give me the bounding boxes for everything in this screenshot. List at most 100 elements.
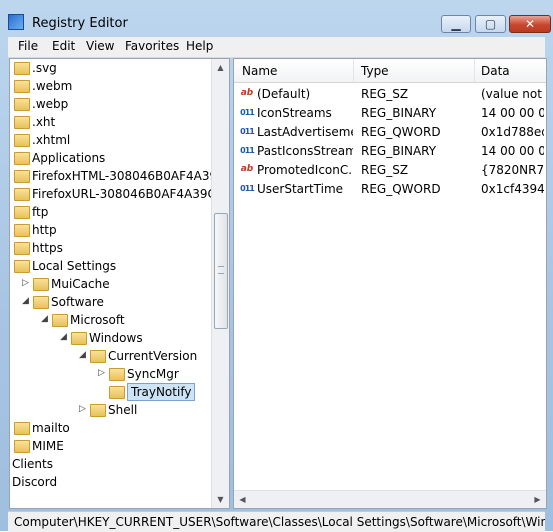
folder-icon [14,224,30,237]
menu-favorites[interactable]: Favorites [125,39,179,53]
menu-file[interactable]: File [18,39,38,53]
column-divider[interactable] [353,59,354,82]
folder-icon [14,116,30,129]
folder-icon [52,314,68,327]
string-value-icon: ab [240,88,254,98]
title-bar[interactable]: Registry Editor ▁ ▢ ✕ [0,0,553,36]
registry-key-tree[interactable]: .svg .webm .webp .xht .xhtml Applications Fire… [9,58,230,509]
tree-item-label[interactable]: Discord [12,473,57,491]
tree-item-label[interactable]: .webm [32,77,72,95]
column-divider[interactable] [474,59,475,82]
tree-item-label[interactable]: SyncMgr [127,365,179,383]
status-bar: Computer\HKEY_CURRENT_USER\Software\Clas… [8,511,545,532]
vertical-scrollbar[interactable]: ▲ ▼ [211,59,229,508]
collapse-arrow-icon[interactable]: ◢ [59,333,68,342]
expand-arrow-icon[interactable] [97,387,106,396]
expand-arrow-icon[interactable]: ▷ [97,369,106,378]
collapse-arrow-icon[interactable]: ◢ [78,351,87,360]
folder-icon [14,242,30,255]
tree-item-label[interactable]: https [32,239,63,257]
folder-icon [14,134,30,147]
folder-icon [14,206,30,219]
close-button[interactable]: ✕ [509,15,551,33]
folder-icon [71,332,87,345]
tree-item-label[interactable]: ftp [32,203,48,221]
tree-item-label[interactable]: Windows [89,329,143,347]
binary-value-icon: 011 [240,184,255,193]
menu-bar: File Edit View Favorites Help [8,37,545,58]
tree-item-label[interactable]: MIME [32,437,64,455]
registry-editor-window: Registry Editor ▁ ▢ ✕ File Edit View Fav… [0,0,553,532]
binary-value-icon: 011 [240,127,255,136]
folder-icon [14,170,30,183]
tree-item-label[interactable]: .webp [32,95,68,113]
value-name: PastIconsStream [257,144,353,158]
value-data: 0x1cf4394c0 [481,182,544,196]
column-header-name[interactable]: Name [242,64,277,78]
folder-icon [14,80,30,93]
expand-arrow-icon[interactable]: ▷ [78,405,87,414]
folder-icon [14,98,30,111]
tree-item-label[interactable]: .svg [32,59,57,77]
value-type: REG_SZ [361,163,409,177]
collapse-arrow-icon[interactable]: ◢ [21,297,30,306]
menu-edit[interactable]: Edit [52,39,75,53]
tree-item-label[interactable]: mailto [32,419,70,437]
scroll-left-icon[interactable]: ◀ [236,493,249,506]
value-data: (value not s [481,87,544,101]
maximize-button[interactable]: ▢ [475,15,506,33]
binary-value-icon: 011 [240,108,255,117]
value-data: {7820NR76- [481,163,544,177]
column-header-type[interactable]: Type [361,64,389,78]
value-name: UserStartTime [257,182,344,196]
scroll-down-icon[interactable]: ▼ [214,493,227,506]
value-type: REG_SZ [361,87,409,101]
list-header: Name Type Data [234,59,546,83]
menu-view[interactable]: View [86,39,114,53]
tree-item-label[interactable]: Software [51,293,104,311]
tree-item-label[interactable]: TrayNotify [127,383,196,401]
folder-icon [33,296,49,309]
registry-values-list[interactable]: Name Type Data ab (Default) REG_SZ (value n… [233,58,547,509]
folder-icon [90,350,106,363]
value-name: PromotedIconC... [257,163,353,177]
tree-item-label[interactable]: Local Settings [32,257,116,275]
tree-item-label[interactable]: CurrentVersion [108,347,197,365]
folder-icon [14,440,30,453]
scroll-right-icon[interactable]: ▶ [531,493,544,506]
scrollbar-thumb[interactable] [214,213,228,329]
tree-item-label[interactable]: http [32,221,57,239]
folder-icon [14,152,30,165]
tree-item-label[interactable]: FirefoxHTML-308046B0AF4A39CB [32,167,229,185]
binary-value-icon: 011 [240,146,255,155]
value-type: REG_QWORD [361,125,441,139]
folder-icon [14,260,30,273]
tree-item-label[interactable]: Clients [12,455,53,473]
tree-item-label[interactable]: Shell [108,401,137,419]
value-data: 0x1d788ed2 [481,125,544,139]
scroll-up-icon[interactable]: ▲ [214,61,227,74]
folder-icon [14,422,30,435]
folder-icon [109,368,125,381]
tree-item-label[interactable]: .xht [32,113,55,131]
key-path: Computer\HKEY_CURRENT_USER\Software\Clas… [14,515,545,529]
string-value-icon: ab [240,164,254,174]
tree-item-label[interactable]: FirefoxURL-308046B0AF4A39CB [32,185,224,203]
collapse-arrow-icon[interactable]: ◢ [40,315,49,324]
tree-item-label[interactable]: .xhtml [32,131,70,149]
expand-arrow-icon[interactable]: ▷ [21,279,30,288]
tree-item-label[interactable]: MuiCache [51,275,110,293]
minimize-button[interactable]: ▁ [441,15,471,33]
value-name: LastAdvertiseme... [257,125,353,139]
folder-icon [109,386,125,399]
value-type: REG_BINARY [361,106,437,120]
horizontal-scrollbar[interactable]: ◀ ▶ [234,490,546,508]
tree-item-label[interactable]: Microsoft [70,311,125,329]
folder-icon [33,278,49,291]
menu-help[interactable]: Help [186,39,213,53]
column-header-data[interactable]: Data [481,64,510,78]
tree-item-label[interactable]: Applications [32,149,105,167]
value-data: 14 00 00 00 ( [481,106,544,120]
window-title: Registry Editor [32,16,128,31]
value-data: 14 00 00 00 ( [481,144,544,158]
